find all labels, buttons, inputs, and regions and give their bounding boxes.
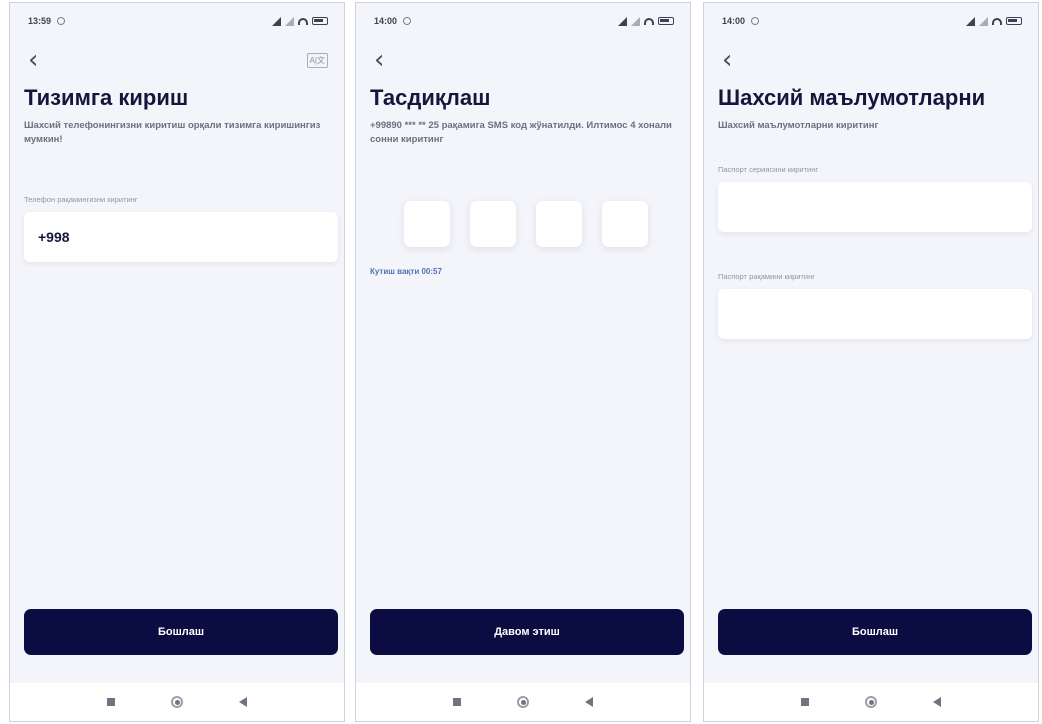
status-time: 14:00: [722, 16, 746, 26]
passport-number-label: Паспорт рақамини киритинг: [718, 272, 815, 281]
otp-digit-1[interactable]: [404, 201, 450, 247]
wifi-icon: [644, 17, 654, 25]
home-icon[interactable]: [517, 696, 529, 708]
signal-icon: [631, 16, 640, 26]
phone-input[interactable]: [24, 212, 338, 262]
verify-screen: 14:00 ‹ Тасдиқлаш +99890 *** ** 25 рақам…: [355, 2, 691, 722]
page-subtitle: Шахсий маълумотларни киритинг: [718, 120, 879, 131]
page-title: Тасдиқлаш: [370, 85, 491, 110]
status-bar: 14:00: [356, 3, 690, 39]
translate-icon[interactable]: A|文: [306, 52, 328, 68]
battery-icon: [1006, 17, 1022, 25]
page-title: Тизимга кириш: [24, 85, 189, 110]
recent-apps-icon[interactable]: [453, 698, 461, 706]
passport-series-label: Паспорт сериясини киритинг: [718, 165, 819, 174]
status-time: 13:59: [28, 16, 52, 26]
status-time: 14:00: [374, 16, 398, 26]
battery-icon: [658, 17, 674, 25]
recent-apps-icon[interactable]: [801, 698, 809, 706]
recent-apps-icon[interactable]: [107, 698, 115, 706]
back-triangle-icon[interactable]: [585, 697, 593, 707]
resend-timer: Кутиш вақти 00:57: [370, 267, 442, 276]
otp-digit-4[interactable]: [602, 201, 648, 247]
passport-series-input[interactable]: [718, 182, 1032, 232]
wifi-icon: [992, 17, 1002, 25]
phone-field-label: Телефон рақамингизни киритинг: [24, 195, 138, 204]
system-nav-bar: [10, 683, 344, 721]
personal-data-screen: 14:00 ‹ Шахсий маълумотларни Шахсий маъл…: [703, 2, 1039, 722]
status-bar: 13:59: [10, 3, 344, 39]
start-button[interactable]: Бошлаш: [718, 609, 1032, 655]
alarm-icon: [403, 17, 412, 25]
chevron-left-icon[interactable]: ‹: [722, 47, 732, 73]
home-icon[interactable]: [171, 696, 183, 708]
back-triangle-icon[interactable]: [239, 697, 247, 707]
continue-button[interactable]: Давом этиш: [370, 609, 684, 655]
wifi-icon: [298, 17, 308, 25]
page-title: Шахсий маълумотларни: [718, 85, 986, 110]
status-bar: 14:00: [704, 3, 1038, 39]
battery-icon: [312, 17, 328, 25]
otp-digit-3[interactable]: [536, 201, 582, 247]
otp-digit-2[interactable]: [470, 201, 516, 247]
signal-icon: [618, 16, 627, 26]
passport-number-input[interactable]: [718, 289, 1032, 339]
home-icon[interactable]: [865, 696, 877, 708]
alarm-icon: [751, 17, 760, 25]
signal-icon: [979, 16, 988, 26]
alarm-icon: [57, 17, 66, 25]
start-button[interactable]: Бошлаш: [24, 609, 338, 655]
chevron-left-icon[interactable]: ‹: [28, 47, 38, 73]
chevron-left-icon[interactable]: ‹: [374, 47, 384, 73]
otp-code-group: [356, 201, 690, 247]
signal-icon: [285, 16, 294, 26]
page-subtitle: Шахсий телефонингизни киритиш орқали тиз…: [24, 120, 321, 145]
login-screen: 13:59 ‹ A|文 Тизимга кириш Шахсий телефон…: [9, 2, 345, 722]
system-nav-bar: [356, 683, 690, 721]
signal-icon: [966, 16, 975, 26]
back-triangle-icon[interactable]: [933, 697, 941, 707]
page-subtitle: +99890 *** ** 25 рақамига SMS код жўнати…: [370, 120, 672, 145]
signal-icon: [272, 16, 281, 26]
system-nav-bar: [704, 683, 1038, 721]
